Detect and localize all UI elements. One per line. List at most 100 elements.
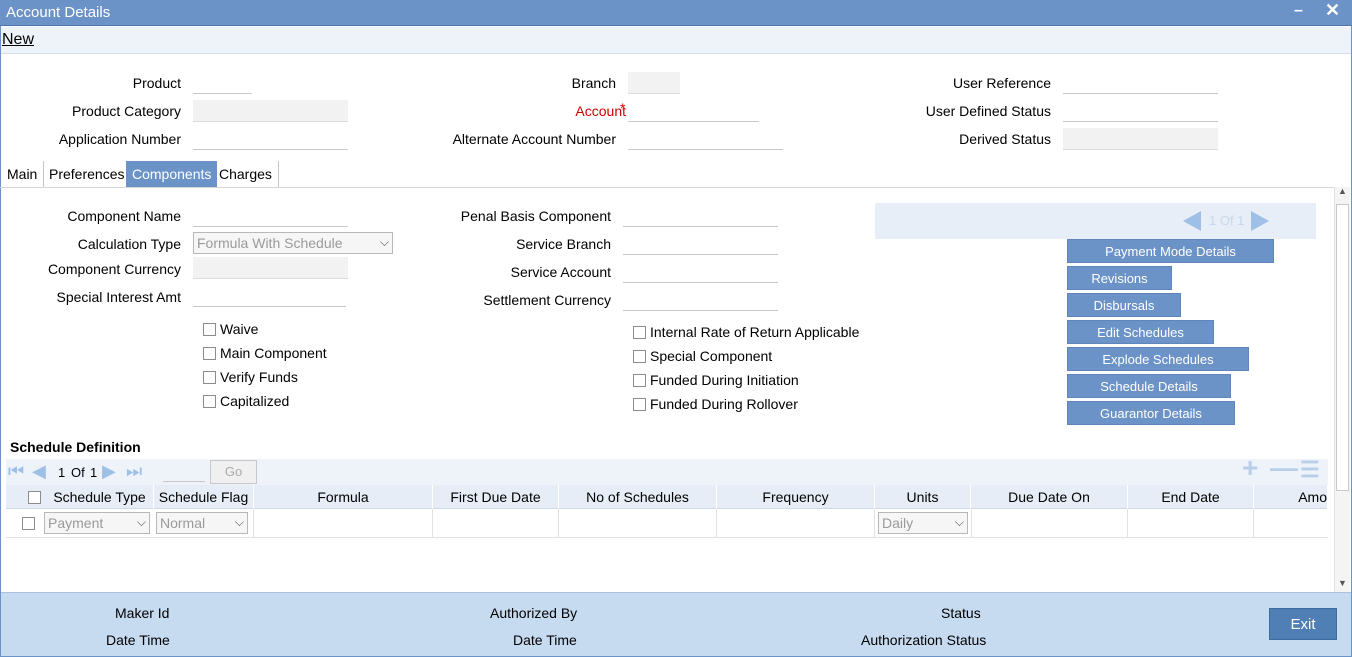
- chevron-down-icon: ⌵: [379, 235, 389, 249]
- service-branch-label: Service Branch: [516, 236, 611, 252]
- user-defined-status-field[interactable]: [1063, 100, 1218, 122]
- special-component-checkbox-row[interactable]: Special Component: [633, 344, 859, 368]
- branch-field[interactable]: [628, 72, 680, 94]
- schedule-type-select[interactable]: Payment ⌵: [44, 512, 150, 534]
- scroll-down-icon[interactable]: ▼: [1338, 578, 1347, 588]
- waive-label: Waive: [220, 321, 259, 337]
- schedule-type-value: Payment: [48, 515, 104, 531]
- exit-button[interactable]: Exit: [1269, 608, 1337, 640]
- select-all-checkbox[interactable]: [28, 491, 41, 504]
- tab-components[interactable]: Components: [126, 161, 218, 187]
- user-reference-field[interactable]: [1063, 72, 1218, 94]
- verify-funds-checkbox-row[interactable]: Verify Funds: [203, 365, 327, 389]
- tab-preferences[interactable]: Preferences: [43, 161, 132, 187]
- main-component-checkbox-row[interactable]: Main Component: [203, 341, 327, 365]
- delete-row-icon[interactable]: —: [1270, 452, 1298, 484]
- column-first-due-date[interactable]: First Due Date: [433, 485, 559, 509]
- component-currency-field[interactable]: [193, 257, 348, 279]
- previous-page-icon[interactable]: ◀: [32, 461, 46, 482]
- verify-funds-checkbox[interactable]: [203, 370, 216, 384]
- product-field[interactable]: [193, 72, 252, 94]
- edit-schedules-button[interactable]: Edit Schedules: [1067, 320, 1214, 344]
- first-page-icon[interactable]: ⏮: [8, 461, 24, 482]
- waive-checkbox-row[interactable]: Waive: [203, 317, 327, 341]
- single-view-icon[interactable]: ☰: [1300, 457, 1320, 483]
- main-component-label: Main Component: [220, 345, 327, 361]
- column-schedule-flag[interactable]: Schedule Flag: [154, 485, 254, 509]
- special-component-label: Special Component: [650, 348, 773, 364]
- special-component-checkbox[interactable]: [633, 349, 646, 363]
- schedule-details-button[interactable]: Schedule Details: [1067, 374, 1231, 398]
- formula-cell[interactable]: [253, 509, 433, 538]
- column-amount[interactable]: Amo: [1254, 485, 1328, 509]
- account-field[interactable]: [628, 100, 759, 122]
- due-date-on-cell[interactable]: [971, 509, 1128, 538]
- waive-checkbox[interactable]: [203, 322, 216, 336]
- tab-charges[interactable]: Charges: [213, 161, 279, 187]
- schedule-flag-value: Normal: [160, 515, 206, 531]
- irr-checkbox[interactable]: [633, 325, 646, 339]
- component-currency-label: Component Currency: [47, 261, 181, 277]
- funded-initiation-checkbox-row[interactable]: Funded During Initiation: [633, 368, 859, 392]
- column-end-date[interactable]: End Date: [1128, 485, 1254, 509]
- scroll-up-icon[interactable]: ▲: [1338, 186, 1347, 196]
- capitalized-checkbox-row[interactable]: Capitalized: [203, 389, 327, 413]
- alternate-account-field[interactable]: [628, 128, 783, 150]
- column-no-of-schedules[interactable]: No of Schedules: [559, 485, 717, 509]
- irr-checkbox-row[interactable]: Internal Rate of Return Applicable: [633, 320, 859, 344]
- title-bar: Account Details – ✕: [0, 0, 1352, 26]
- calculation-type-select[interactable]: Formula With Schedule ⌵: [193, 232, 393, 254]
- column-units[interactable]: Units: [875, 485, 971, 509]
- minimize-icon[interactable]: –: [1294, 2, 1303, 20]
- no-of-schedules-cell[interactable]: [559, 509, 717, 538]
- previous-arrow-icon[interactable]: [1183, 211, 1201, 231]
- calculation-type-value: Formula With Schedule: [197, 235, 343, 251]
- guarantor-details-button[interactable]: Guarantor Details: [1067, 401, 1235, 425]
- special-interest-field[interactable]: [193, 285, 346, 307]
- funded-rollover-checkbox[interactable]: [633, 397, 646, 411]
- page-current: 1: [58, 465, 66, 480]
- required-marker: *: [620, 100, 626, 116]
- maker-date-time-label: Date Time: [106, 632, 170, 648]
- calculation-type-label: Calculation Type: [77, 236, 181, 252]
- next-page-icon[interactable]: ▶: [102, 461, 116, 482]
- funded-rollover-checkbox-row[interactable]: Funded During Rollover: [633, 392, 859, 416]
- close-icon[interactable]: ✕: [1325, 0, 1340, 21]
- column-formula[interactable]: Formula: [254, 485, 433, 509]
- main-component-checkbox[interactable]: [203, 346, 216, 360]
- new-link[interactable]: New: [2, 31, 34, 49]
- column-schedule-type[interactable]: Schedule Type: [46, 485, 154, 509]
- frequency-cell[interactable]: [717, 509, 875, 538]
- authorized-by-label: Authorized By: [490, 605, 578, 621]
- tab-divider: [0, 187, 1334, 188]
- penal-basis-field[interactable]: [623, 205, 778, 227]
- settlement-currency-field[interactable]: [623, 289, 778, 311]
- application-number-field[interactable]: [193, 128, 348, 150]
- tab-main[interactable]: Main: [1, 161, 45, 187]
- capitalized-checkbox[interactable]: [203, 394, 216, 408]
- scrollbar-thumb[interactable]: [1336, 204, 1349, 491]
- service-branch-field[interactable]: [623, 233, 778, 255]
- add-row-icon[interactable]: +: [1242, 452, 1258, 484]
- column-frequency[interactable]: Frequency: [717, 485, 875, 509]
- units-select[interactable]: Daily ⌵: [878, 512, 968, 534]
- explode-schedules-button[interactable]: Explode Schedules: [1067, 347, 1249, 371]
- column-due-date-on[interactable]: Due Date On: [971, 485, 1128, 509]
- next-arrow-icon[interactable]: [1251, 211, 1269, 231]
- service-account-field[interactable]: [623, 261, 778, 283]
- disbursals-button[interactable]: Disbursals: [1067, 293, 1181, 317]
- page-number-input[interactable]: [163, 462, 205, 482]
- penal-basis-label: Penal Basis Component: [460, 208, 611, 224]
- funded-initiation-checkbox[interactable]: [633, 373, 646, 387]
- product-category-field[interactable]: [193, 100, 348, 122]
- last-page-icon[interactable]: ⏭: [126, 461, 142, 482]
- go-button[interactable]: Go: [210, 460, 257, 484]
- row-checkbox[interactable]: [22, 517, 35, 530]
- schedule-flag-select[interactable]: Normal ⌵: [156, 512, 248, 534]
- revisions-button[interactable]: Revisions: [1067, 266, 1172, 290]
- first-due-date-cell[interactable]: [433, 509, 559, 538]
- derived-status-field[interactable]: [1063, 128, 1218, 150]
- payment-mode-details-button[interactable]: Payment Mode Details: [1067, 239, 1274, 263]
- component-name-field[interactable]: [193, 205, 348, 227]
- end-date-cell[interactable]: [1128, 509, 1254, 538]
